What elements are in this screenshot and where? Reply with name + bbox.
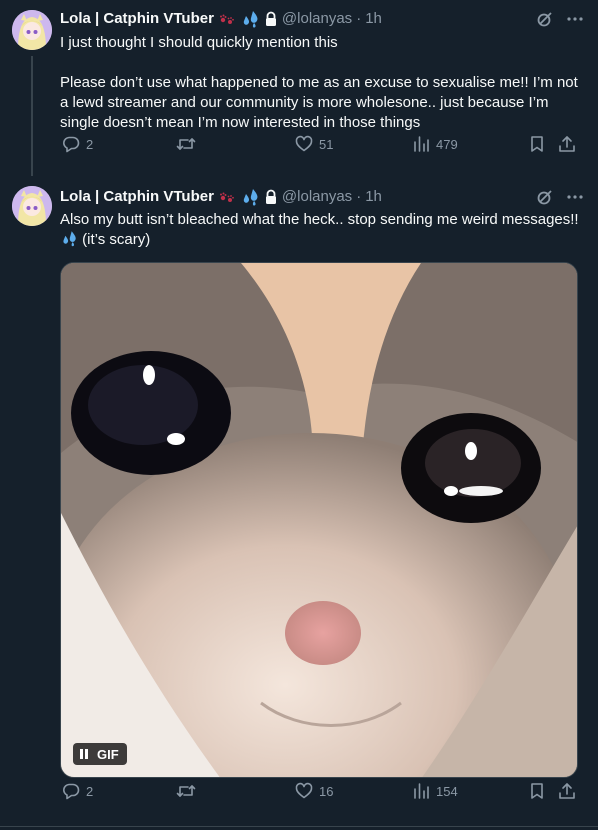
share-button[interactable] <box>558 781 576 801</box>
reply-icon <box>62 782 80 800</box>
pause-icon <box>79 748 89 760</box>
sweat-droplets-icon <box>240 188 260 206</box>
sweat-droplets-icon <box>60 230 78 247</box>
views-icon <box>412 782 430 800</box>
tweet-text: Also my butt isn’t bleached what the hec… <box>60 210 580 250</box>
paw-prints-icon <box>218 189 236 205</box>
reply-button[interactable]: 2 <box>62 781 93 801</box>
timestamp[interactable]: 1h <box>365 187 382 207</box>
crying-cat-image <box>61 263 577 777</box>
repost-icon <box>176 782 196 800</box>
like-count: 16 <box>319 783 334 799</box>
heart-icon <box>295 782 313 800</box>
bookmark-button[interactable] <box>528 781 546 801</box>
reply-count: 2 <box>86 783 94 799</box>
tweet-2[interactable]: Lola | Catphin VTuber @lolanyas · 1h Als… <box>0 0 598 800</box>
divider <box>0 826 598 827</box>
tweet-header-actions <box>536 188 584 206</box>
display-name[interactable]: Lola | Catphin VTuber <box>60 187 214 207</box>
tweet-text-part: Also my butt isn’t bleached what the hec… <box>60 211 583 228</box>
more-options-icon[interactable] <box>566 188 584 206</box>
share-icon <box>558 782 576 800</box>
bookmark-icon <box>528 782 546 800</box>
gif-label: GIF <box>97 746 119 762</box>
views-button[interactable]: 154 <box>412 781 458 801</box>
tweet-text-part: (it’s scary) <box>78 231 151 248</box>
gif-badge[interactable]: GIF <box>73 743 127 765</box>
grok-icon[interactable] <box>536 188 554 206</box>
repost-button[interactable] <box>176 781 196 801</box>
separator: · <box>356 188 362 205</box>
gif-media[interactable]: GIF <box>60 262 578 778</box>
views-count: 154 <box>436 783 458 799</box>
like-button[interactable]: 16 <box>295 781 333 801</box>
tweet-header: Lola | Catphin VTuber @lolanyas · 1h <box>60 186 586 208</box>
avatar[interactable] <box>12 186 52 226</box>
lock-icon <box>264 189 278 205</box>
handle[interactable]: @lolanyas <box>282 187 352 207</box>
